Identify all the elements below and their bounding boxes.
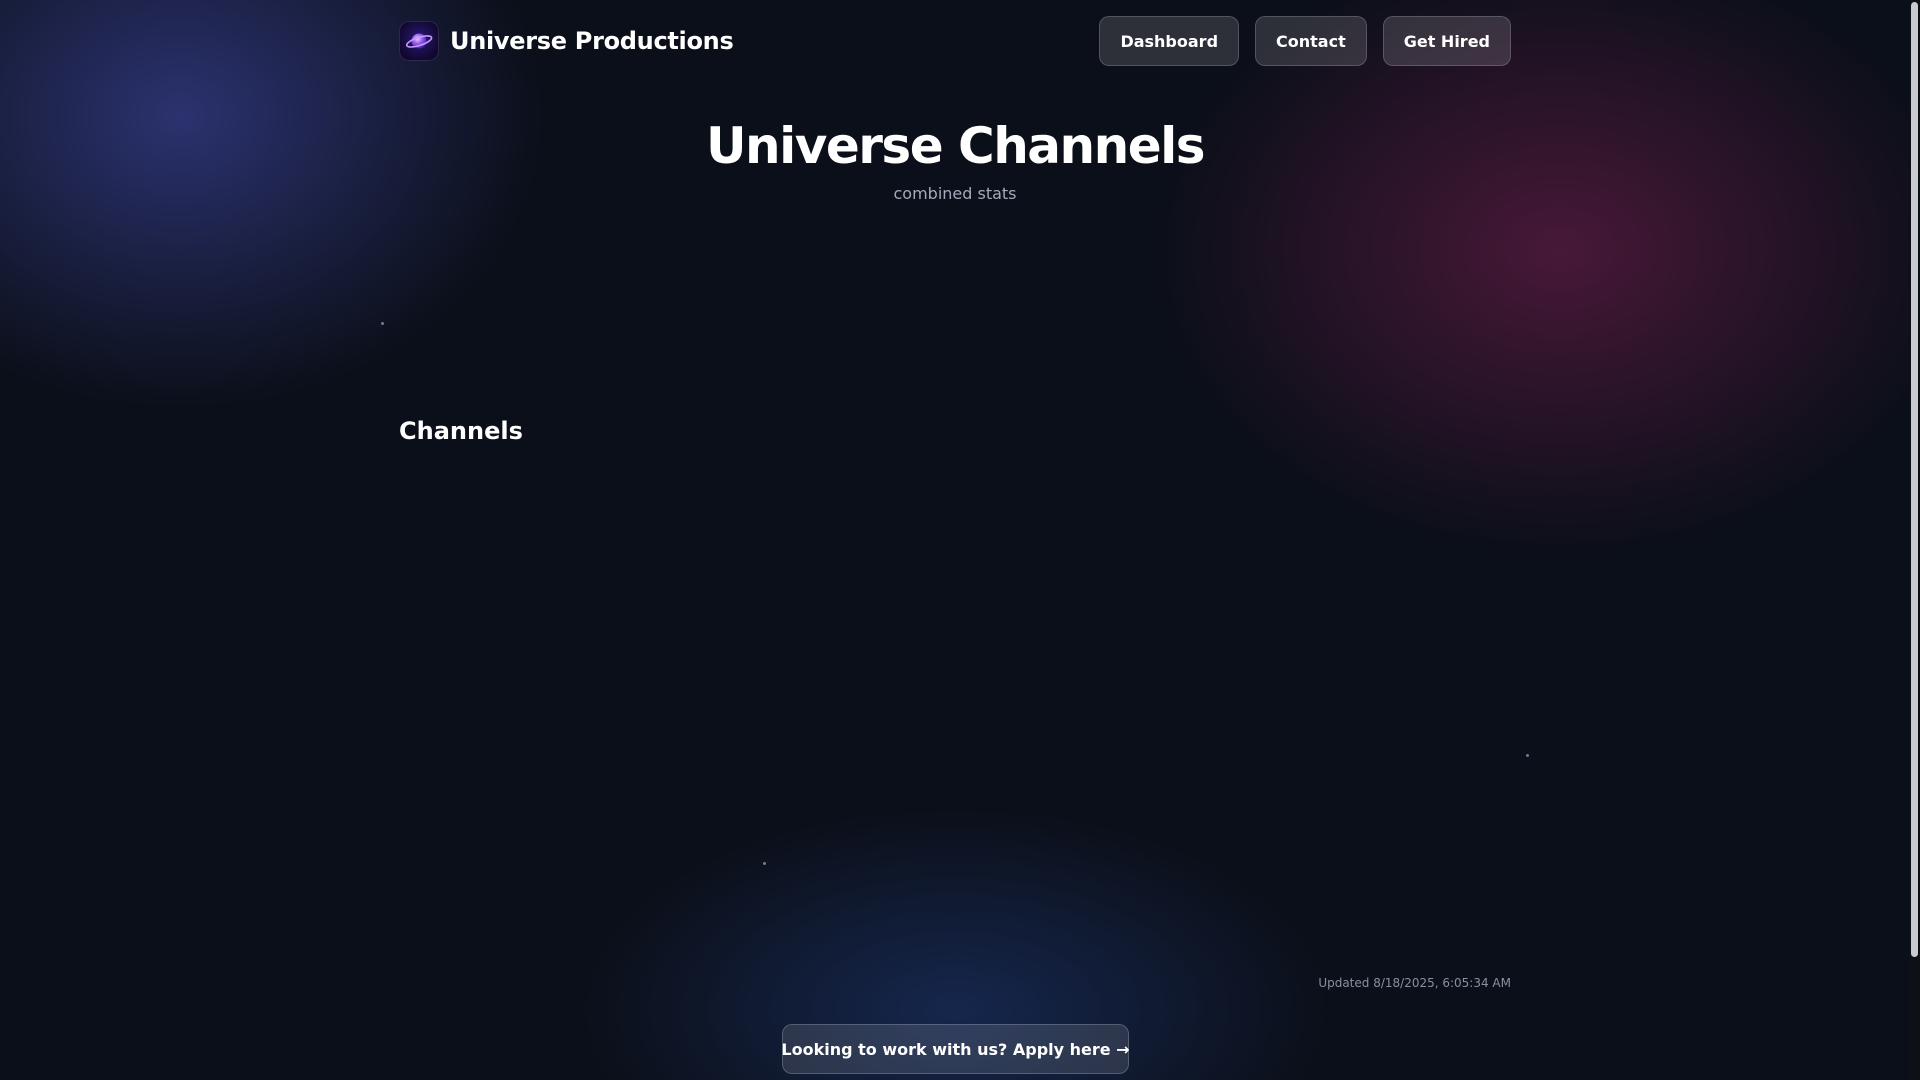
star-decoration xyxy=(381,322,384,325)
brand[interactable]: Universe Productions xyxy=(399,20,734,62)
planet-icon xyxy=(399,21,439,61)
top-nav: Dashboard Contact Get Hired xyxy=(1099,16,1511,66)
page-subtitle: combined stats xyxy=(893,184,1017,203)
updated-timestamp: Updated 8/18/2025, 6:05:34 AM xyxy=(1318,976,1511,990)
dashboard-button[interactable]: Dashboard xyxy=(1099,16,1240,66)
brand-name: Universe Productions xyxy=(450,27,734,55)
page-scrollbar[interactable] xyxy=(1909,0,1920,1080)
site-header: Universe Productions Dashboard Contact G… xyxy=(399,16,1511,66)
page-container: Universe Productions Dashboard Contact G… xyxy=(399,0,1511,1080)
star-decoration xyxy=(1526,754,1529,757)
apply-button[interactable]: Looking to work with us? Apply here → xyxy=(781,1024,1130,1074)
channels-heading: Channels xyxy=(399,417,523,445)
contact-button[interactable]: Contact xyxy=(1255,16,1367,66)
page-title: Universe Channels xyxy=(705,117,1206,175)
scrollbar-thumb[interactable] xyxy=(1911,2,1918,957)
get-hired-button[interactable]: Get Hired xyxy=(1382,16,1511,66)
